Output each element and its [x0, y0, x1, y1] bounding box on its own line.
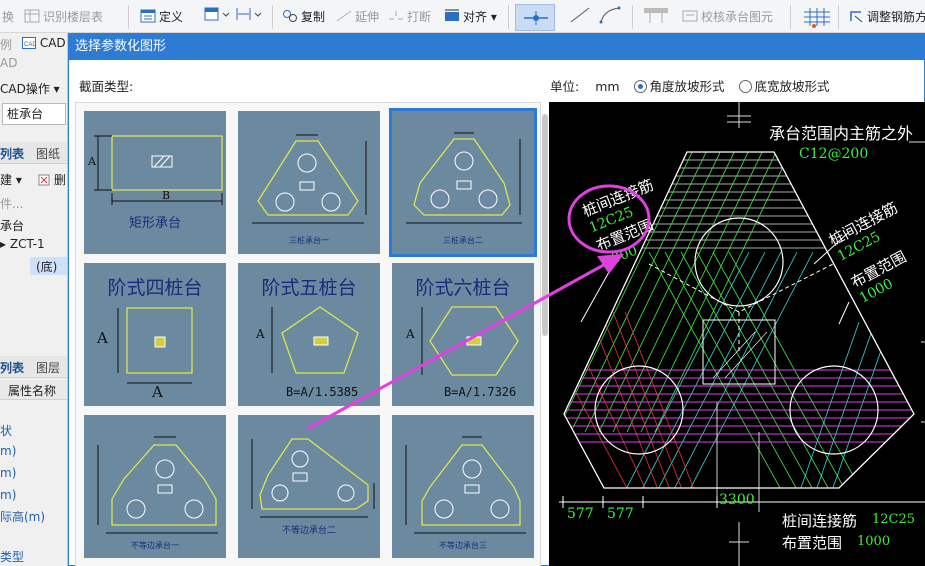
grid-rebar-button[interactable] [800, 6, 834, 28]
rebar-icon [848, 8, 864, 23]
left-panel: 例 CAD CAD AD CAD操作 ▾ 桩承台 列表 图纸 建 ▾ 删 件..… [0, 33, 68, 566]
annotation-arrow-icon [597, 254, 624, 274]
line-tool-icon [570, 7, 590, 23]
extend-icon [336, 8, 352, 22]
line-tool-button[interactable] [568, 6, 592, 28]
property-row[interactable]: 状 [0, 422, 12, 439]
pile-cap-icon [644, 8, 668, 23]
app-window: 换 识别楼层表 定义 复制 延伸 打断 对齐 ▾ 校核承台图元 调整钢筋方 例 … [0, 0, 925, 566]
copy-button[interactable]: 复制 [282, 6, 325, 28]
property-row[interactable]: m) [0, 444, 16, 458]
list-tab-row: 列表 图纸 [0, 142, 67, 164]
layout-dropdown[interactable] [204, 6, 234, 28]
property-row[interactable]: m) [0, 466, 16, 480]
tree-item-bottom-label: (底) [36, 260, 58, 274]
point-snap-button[interactable] [515, 4, 555, 31]
property-row[interactable]: 际高(m) [0, 508, 45, 525]
tab-list[interactable]: 列表 [0, 145, 24, 162]
cad-icon: CAD [22, 37, 37, 49]
property-tab-row: 列表 图层 [0, 356, 67, 378]
annotation-overlay [306, 184, 651, 431]
toolbar-item-switch[interactable]: 换 [2, 6, 14, 28]
property-row[interactable]: m) [0, 488, 16, 502]
grid-icon [24, 8, 40, 23]
annotation-ellipse [567, 184, 651, 254]
delete-icon [38, 174, 50, 186]
adjust-rebar-button[interactable]: 调整钢筋方 [848, 6, 925, 28]
left-row-ad[interactable]: AD [0, 56, 17, 70]
toolbar: 换 识别楼层表 定义 复制 延伸 打断 对齐 ▾ 校核承台图元 调整钢筋方 [0, 0, 925, 33]
define-button[interactable]: 定义 [140, 6, 183, 28]
point-snap-icon [524, 11, 548, 25]
pile-cap-icon-button[interactable] [642, 6, 670, 28]
dimension-dropdown[interactable] [236, 6, 266, 28]
tab-drawing[interactable]: 图纸 [36, 145, 60, 162]
layout-icon [204, 7, 230, 21]
recognize-floor-table-button[interactable]: 识别楼层表 [24, 6, 103, 28]
left-row-example[interactable]: 例 [0, 36, 12, 53]
break-icon [388, 8, 404, 22]
parametric-shape-dialog: 选择参数化图形 截面类型: 单位: mm 角度放坡形式 底宽放坡形式 A B 矩… [68, 33, 925, 566]
align-icon [444, 8, 460, 22]
check-pile-cap-button[interactable]: 校核承台图元 [682, 6, 773, 28]
break-button[interactable]: 打断 [388, 6, 431, 28]
align-dropdown[interactable]: 对齐 ▾ [444, 6, 497, 28]
cad-button[interactable]: CAD CAD [22, 36, 66, 50]
arc-tool-button[interactable] [598, 6, 622, 28]
tab-property-list[interactable]: 列表 [0, 359, 24, 376]
property-header: 属性名称 [0, 380, 67, 400]
delete-button[interactable]: 删 [38, 171, 66, 188]
component-type-combo[interactable]: 桩承台 [2, 103, 66, 125]
arc-tool-icon [599, 6, 621, 24]
search-component-input[interactable]: 件... [0, 195, 23, 212]
copy-icon [282, 8, 298, 22]
property-row-type[interactable]: 类型 [0, 548, 24, 565]
define-icon [140, 8, 156, 23]
property-name-header: 属性名称 [8, 384, 57, 398]
svg-text:CAD: CAD [24, 42, 36, 48]
new-button[interactable]: 建 ▾ [0, 171, 22, 188]
tree-item-pile-cap[interactable]: 承台 [0, 217, 24, 234]
dimension-icon [236, 8, 262, 20]
check-icon [682, 8, 698, 22]
extend-button[interactable]: 延伸 [336, 6, 379, 28]
rebar-grid-icon [804, 8, 830, 28]
tree-item-zct-1[interactable]: ▸ ZCT-1 [0, 237, 45, 251]
cad-operations-menu[interactable]: CAD操作 ▾ [0, 80, 60, 97]
tree-expand-icon[interactable]: ▸ [0, 237, 6, 251]
tab-layer[interactable]: 图层 [36, 359, 60, 376]
